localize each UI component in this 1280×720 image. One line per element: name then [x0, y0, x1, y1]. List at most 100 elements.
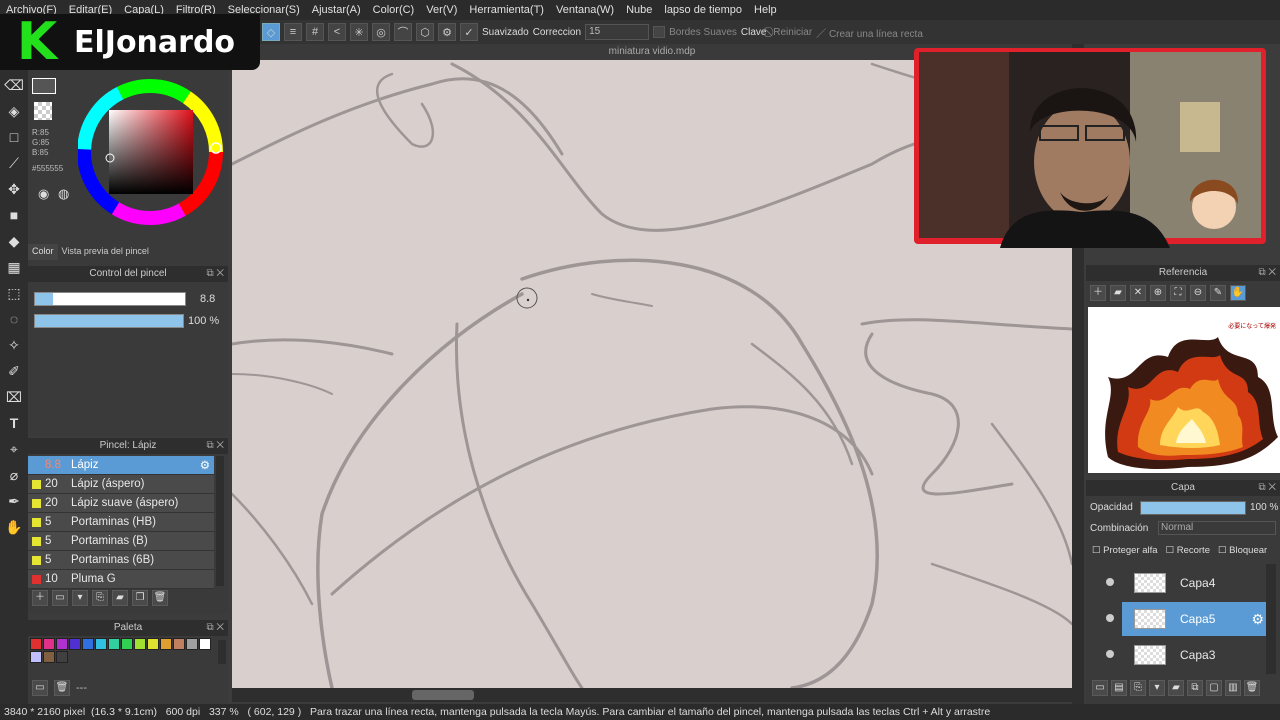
line-tool-icon[interactable]: ⟋ [3, 152, 25, 174]
palette-swatch[interactable] [147, 638, 159, 650]
panel-close-icon[interactable]: ⧉ ✕ [1258, 265, 1276, 281]
brush-settings-icon[interactable]: ⚙ [200, 458, 210, 472]
new-brush-icon[interactable]: ▭ [52, 590, 68, 606]
palette-swatch[interactable] [160, 638, 172, 650]
panel-close-icon[interactable]: ⧉ ✕ [206, 266, 224, 282]
palette-swatch[interactable] [108, 638, 120, 650]
new-palette-icon[interactable]: ▭ [32, 680, 48, 696]
linea-recta-button[interactable]: ／ Crear una línea recta [816, 25, 923, 40]
lasso-tool-icon[interactable]: ◌ [3, 308, 25, 330]
polygon-icon[interactable]: ⬡ [416, 23, 434, 41]
brush-size-slider[interactable] [34, 292, 186, 306]
brush-menu-icon[interactable]: ▾ [72, 590, 88, 606]
protect-alpha-option[interactable]: ☐ Proteger alfa [1092, 545, 1158, 556]
palette-swatch[interactable] [43, 638, 55, 650]
clip-option[interactable]: ☐ Recorte [1166, 545, 1210, 556]
tab-color[interactable]: Color [28, 244, 58, 260]
menu-item-5[interactable]: Ajustar(A) [306, 0, 367, 20]
layer-visibility-icon[interactable] [1106, 578, 1114, 586]
layer-row[interactable]: Capa4 [1122, 566, 1268, 600]
brush-item[interactable]: 5 Portaminas (HB) [28, 513, 214, 532]
tab-brush-preview[interactable]: Vista previa del pincel [58, 244, 153, 260]
palette-swatch[interactable] [173, 638, 185, 650]
palette-swatch[interactable] [56, 638, 68, 650]
ref-zoom-in-icon[interactable]: ⊕ [1150, 285, 1166, 301]
merge-layer-icon[interactable]: ⧉ [1187, 680, 1203, 696]
reference-image[interactable]: 必要になって爆発 [1088, 307, 1280, 473]
move-tool-icon[interactable]: ✥ [3, 178, 25, 200]
palette-trash-icon[interactable]: 🗑 [54, 680, 70, 696]
pen-tool-icon[interactable]: ✒ [3, 490, 25, 512]
layer-folder-icon[interactable]: ▰ [1168, 680, 1184, 696]
menu-item-12[interactable]: Help [748, 0, 783, 20]
menu-item-8[interactable]: Herramienta(T) [463, 0, 550, 20]
duplicate-icon[interactable]: ❐ [132, 590, 148, 606]
brush-item[interactable]: 5 Portaminas (B) [28, 532, 214, 551]
copy-brush-icon[interactable]: ⎘ [92, 590, 108, 606]
ref-eyedropper-icon[interactable]: ✎ [1210, 285, 1226, 301]
fill-tool-icon[interactable]: ◆ [3, 230, 25, 252]
fill-rect-tool-icon[interactable]: ■ [3, 204, 25, 226]
palette-swatch[interactable] [30, 638, 42, 650]
menu-item-6[interactable]: Color(C) [367, 0, 421, 20]
eraser-tool-icon[interactable]: ⌫ [3, 74, 25, 96]
palette-swatch[interactable] [95, 638, 107, 650]
layer-visibility-icon[interactable] [1106, 614, 1114, 622]
clear-layer-icon[interactable]: ▢ [1206, 680, 1222, 696]
settings-icon[interactable]: ⚙ [438, 23, 456, 41]
concentric-icon[interactable]: ◎ [372, 23, 390, 41]
suavizado-checkbox[interactable]: ✓ [460, 23, 478, 41]
palette-swatch[interactable] [43, 651, 55, 663]
layer-settings-icon[interactable]: ⚙ [1251, 611, 1264, 628]
ref-fit-icon[interactable]: ⛶ [1170, 285, 1186, 301]
divide-tool-icon[interactable]: ⌖ [3, 438, 25, 460]
symmetry-icon[interactable]: ✳ [350, 23, 368, 41]
layer-row[interactable]: Capa3 [1122, 638, 1268, 672]
select-tool-icon[interactable]: ⬚ [3, 282, 25, 304]
text-tool-icon[interactable]: T [3, 412, 25, 434]
hatch-icon[interactable]: ≡ [284, 23, 302, 41]
palette-scrollbar[interactable] [218, 640, 226, 664]
fill-layer-icon[interactable]: ▥ [1225, 680, 1241, 696]
foreground-color-swatch[interactable] [32, 78, 56, 94]
bordes-checkbox[interactable] [653, 26, 666, 38]
add-brush-icon[interactable]: ＋ [32, 590, 48, 606]
bucket-tool-icon[interactable]: ◈ [3, 100, 25, 122]
palette-swatch[interactable] [186, 638, 198, 650]
curve-icon[interactable]: ⌒ [394, 23, 412, 41]
eyedropper-tool-icon[interactable]: ⌀ [3, 464, 25, 486]
palette-swatch[interactable] [30, 651, 42, 663]
perspective-icon[interactable]: < [328, 23, 346, 41]
reiniciar-button[interactable]: ⃠ Reiniciar [770, 27, 812, 38]
brush-item[interactable]: 8.8 Lápiz ⚙ [28, 456, 214, 475]
brush-list-scrollbar[interactable] [216, 456, 224, 586]
folder-icon[interactable]: ▰ [112, 590, 128, 606]
new-layer-icon[interactable]: ▭ [1092, 680, 1108, 696]
panel-close-icon[interactable]: ⧉ ✕ [206, 620, 224, 636]
ref-close-icon[interactable]: ✕ [1130, 285, 1146, 301]
brush-item[interactable]: 5 Portaminas (6B) [28, 551, 214, 570]
menu-item-7[interactable]: Ver(V) [420, 0, 463, 20]
panel-close-icon[interactable]: ⧉ ✕ [1258, 480, 1276, 496]
palette-swatch[interactable] [134, 638, 146, 650]
shape-tool-icon[interactable]: □ [3, 126, 25, 148]
color-mix-icon[interactable]: ◍ [58, 186, 74, 202]
color-mode-icon[interactable]: ◉ [38, 186, 54, 202]
horizontal-scrollbar[interactable] [232, 688, 1072, 702]
gradient-tool-icon[interactable]: ▦ [3, 256, 25, 278]
brush-item[interactable]: 10 Pluma G [28, 570, 214, 589]
brush-item[interactable]: 20 Lápiz (áspero) [28, 475, 214, 494]
delete-layer-icon[interactable]: 🗑 [1244, 680, 1260, 696]
layer-opacity-slider[interactable] [1140, 501, 1246, 515]
palette-swatch[interactable] [121, 638, 133, 650]
lock-option[interactable]: ☐ Bloquear [1218, 545, 1267, 556]
layer-menu-icon[interactable]: ▾ [1149, 680, 1165, 696]
magic-wand-tool-icon[interactable]: ✧ [3, 334, 25, 356]
grid-icon[interactable]: # [306, 23, 324, 41]
layer-visibility-icon[interactable] [1106, 650, 1114, 658]
blend-mode-select[interactable]: Normal [1158, 521, 1276, 535]
trash-icon[interactable]: 🗑 [152, 590, 168, 606]
brush-item[interactable]: 20 Lápiz suave (áspero) [28, 494, 214, 513]
palette-swatch[interactable] [82, 638, 94, 650]
select-eraser-tool-icon[interactable]: ⌧ [3, 386, 25, 408]
